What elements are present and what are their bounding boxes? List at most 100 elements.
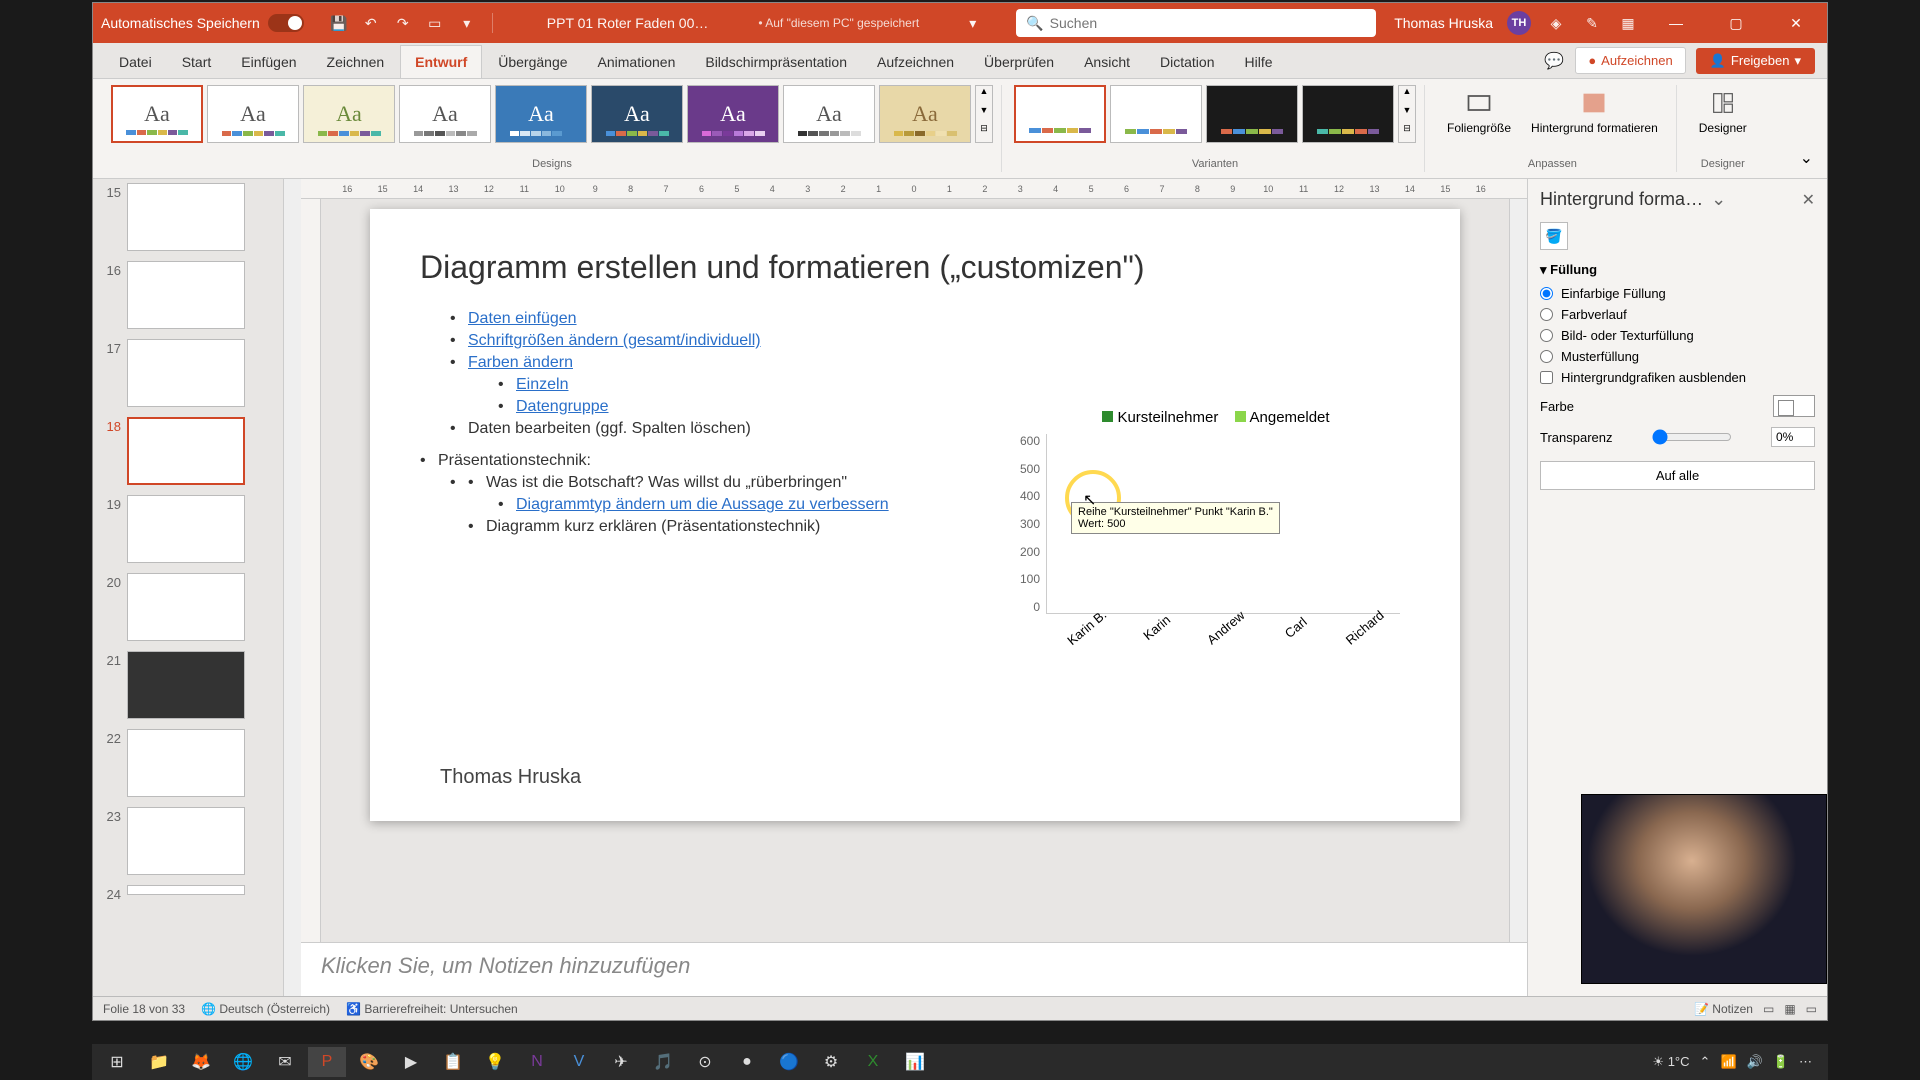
file-name[interactable]: PPT 01 Roter Faden 00… bbox=[547, 15, 709, 31]
view-reading-icon[interactable]: ▭ bbox=[1806, 1002, 1817, 1016]
weather-widget[interactable]: ☀ 1°C bbox=[1652, 1054, 1689, 1070]
variant-2[interactable] bbox=[1110, 85, 1202, 143]
thumb-16[interactable] bbox=[127, 261, 245, 329]
transparency-slider[interactable] bbox=[1652, 429, 1732, 445]
opt-gradient[interactable]: Farbverlauf bbox=[1540, 307, 1815, 322]
fill-section-header[interactable]: ▾ Füllung bbox=[1540, 262, 1815, 278]
tab-animationen[interactable]: Animationen bbox=[584, 46, 690, 78]
app-icon-10[interactable]: 📊 bbox=[896, 1047, 934, 1077]
chart[interactable]: Kursteilnehmer Angemeldet 60050040030020… bbox=[1020, 409, 1400, 669]
apply-all-button[interactable]: Auf alle bbox=[1540, 461, 1815, 490]
opt-hide-bg[interactable]: Hintergrundgrafiken ausblenden bbox=[1540, 370, 1815, 385]
tab-datei[interactable]: Datei bbox=[105, 46, 166, 78]
close-button[interactable]: ✕ bbox=[1773, 3, 1819, 43]
outlook-icon[interactable]: ✉ bbox=[266, 1047, 304, 1077]
tab-ueberpruefen[interactable]: Überprüfen bbox=[970, 46, 1068, 78]
tray-more-icon[interactable]: ⋯ bbox=[1799, 1054, 1812, 1070]
pane-close-icon[interactable]: ✕ bbox=[1802, 190, 1815, 210]
slide-thumbnails[interactable]: 15 16 17 18 19 20 21 22 23 24 bbox=[93, 179, 283, 996]
design-theme-7[interactable]: Aa bbox=[687, 85, 779, 143]
thumb-24[interactable] bbox=[127, 885, 245, 895]
slide-title[interactable]: Diagramm erstellen und formatieren („cus… bbox=[420, 249, 1410, 286]
format-background-button[interactable]: Hintergrund formatieren bbox=[1521, 85, 1668, 139]
thumb-21[interactable] bbox=[127, 651, 245, 719]
thumb-20[interactable] bbox=[127, 573, 245, 641]
tab-aufzeichnen[interactable]: Aufzeichnen bbox=[863, 46, 968, 78]
bullet-3b[interactable]: Datengruppe bbox=[516, 398, 609, 415]
app-icon-8[interactable]: ● bbox=[728, 1047, 766, 1077]
transparency-value[interactable] bbox=[1771, 427, 1815, 447]
variant-4[interactable] bbox=[1302, 85, 1394, 143]
dropdown-icon[interactable]: ▾ bbox=[969, 15, 976, 32]
variant-3[interactable] bbox=[1206, 85, 1298, 143]
tab-start[interactable]: Start bbox=[168, 46, 226, 78]
app-icon-4[interactable]: 💡 bbox=[476, 1047, 514, 1077]
design-theme-5[interactable]: Aa bbox=[495, 85, 587, 143]
tab-zeichnen[interactable]: Zeichnen bbox=[313, 46, 399, 78]
notes-pane[interactable]: Klicken Sie, um Notizen hinzuzufügen bbox=[301, 942, 1527, 996]
design-theme-8[interactable]: Aa bbox=[783, 85, 875, 143]
thumb-19[interactable] bbox=[127, 495, 245, 563]
diamond-icon[interactable]: ◈ bbox=[1545, 12, 1567, 34]
design-theme-9[interactable]: Aa bbox=[879, 85, 971, 143]
chart-plot-area[interactable]: ↖ Reihe "Kursteilnehmer" Punkt "Karin B.… bbox=[1046, 434, 1400, 614]
tab-bildschirm[interactable]: Bildschirmpräsentation bbox=[691, 46, 861, 78]
settings-icon[interactable]: ⚙ bbox=[812, 1047, 850, 1077]
view-normal-icon[interactable]: ▭ bbox=[1763, 1002, 1774, 1016]
start-icon[interactable]: ⊞ bbox=[98, 1047, 136, 1077]
slide-content[interactable]: Diagramm erstellen und formatieren („cus… bbox=[370, 209, 1460, 821]
comments-icon[interactable]: 💬 bbox=[1543, 50, 1565, 72]
design-theme-6[interactable]: Aa bbox=[591, 85, 683, 143]
tray-wifi-icon[interactable]: 📶 bbox=[1720, 1054, 1736, 1070]
powerpoint-icon[interactable]: P bbox=[308, 1047, 346, 1077]
record-button[interactable]: ●Aufzeichnen bbox=[1575, 47, 1685, 74]
tab-entwurf[interactable]: Entwurf bbox=[400, 45, 482, 78]
bullet-3[interactable]: Farben ändern bbox=[468, 354, 573, 371]
app-icon-7[interactable]: ⊙ bbox=[686, 1047, 724, 1077]
pane-dropdown-icon[interactable]: ⌄ bbox=[1711, 189, 1726, 210]
thumb-18[interactable] bbox=[127, 417, 245, 485]
color-picker[interactable] bbox=[1773, 395, 1815, 417]
app-icon-6[interactable]: 🎵 bbox=[644, 1047, 682, 1077]
onenote-icon[interactable]: N bbox=[518, 1047, 556, 1077]
calendar-icon[interactable]: ▦ bbox=[1617, 12, 1639, 34]
bullet-2[interactable]: Schriftgrößen ändern (gesamt/individuell… bbox=[468, 332, 761, 349]
save-icon[interactable]: 💾 bbox=[328, 12, 350, 34]
variant-gallery[interactable]: ▲▼⊟ bbox=[1014, 85, 1416, 143]
status-slide[interactable]: Folie 18 von 33 bbox=[103, 1002, 185, 1016]
app-icon-5[interactable]: V bbox=[560, 1047, 598, 1077]
maximize-button[interactable]: ▢ bbox=[1713, 3, 1759, 43]
tab-uebergaenge[interactable]: Übergänge bbox=[484, 46, 581, 78]
chrome-icon[interactable]: 🌐 bbox=[224, 1047, 262, 1077]
tray-chevron-icon[interactable]: ⌃ bbox=[1700, 1054, 1711, 1070]
tab-einfuegen[interactable]: Einfügen bbox=[227, 46, 310, 78]
pen-icon[interactable]: ✎ bbox=[1581, 12, 1603, 34]
thumb-15[interactable] bbox=[127, 183, 245, 251]
user-avatar[interactable]: TH bbox=[1507, 11, 1531, 35]
collapse-ribbon-icon[interactable]: ⌄ bbox=[1796, 144, 1817, 172]
thumb-22[interactable] bbox=[127, 729, 245, 797]
tab-hilfe[interactable]: Hilfe bbox=[1230, 46, 1286, 78]
excel-icon[interactable]: X bbox=[854, 1047, 892, 1077]
present-icon[interactable]: ▭ bbox=[424, 12, 446, 34]
canvas-scrollbar[interactable] bbox=[1509, 199, 1527, 942]
variant-1[interactable] bbox=[1014, 85, 1106, 143]
telegram-icon[interactable]: ✈ bbox=[602, 1047, 640, 1077]
thumb-23[interactable] bbox=[127, 807, 245, 875]
search-box[interactable]: 🔍 bbox=[1016, 9, 1376, 37]
tab-ansicht[interactable]: Ansicht bbox=[1070, 46, 1144, 78]
search-input[interactable] bbox=[1050, 15, 1367, 31]
design-gallery[interactable]: Aa Aa Aa Aa Aa Aa Aa Aa Aa ▲▼⊟ bbox=[111, 85, 993, 143]
variant-gallery-expand[interactable]: ▲▼⊟ bbox=[1398, 85, 1416, 143]
bullet-3a[interactable]: Einzeln bbox=[516, 376, 568, 393]
tab-dictation[interactable]: Dictation bbox=[1146, 46, 1228, 78]
status-notes[interactable]: 📝 Notizen bbox=[1694, 1002, 1753, 1016]
app-icon-2[interactable]: ▶ bbox=[392, 1047, 430, 1077]
slide-canvas[interactable]: Diagramm erstellen und formatieren („cus… bbox=[321, 199, 1509, 942]
opt-pattern[interactable]: Musterfüllung bbox=[1540, 349, 1815, 364]
share-button[interactable]: 👤Freigeben▾ bbox=[1696, 48, 1815, 74]
tray-volume-icon[interactable]: 🔊 bbox=[1747, 1054, 1763, 1070]
design-gallery-expand[interactable]: ▲▼⊟ bbox=[975, 85, 993, 143]
fill-tab-icon[interactable]: 🪣 bbox=[1540, 222, 1568, 250]
designer-button[interactable]: Designer bbox=[1689, 85, 1757, 139]
